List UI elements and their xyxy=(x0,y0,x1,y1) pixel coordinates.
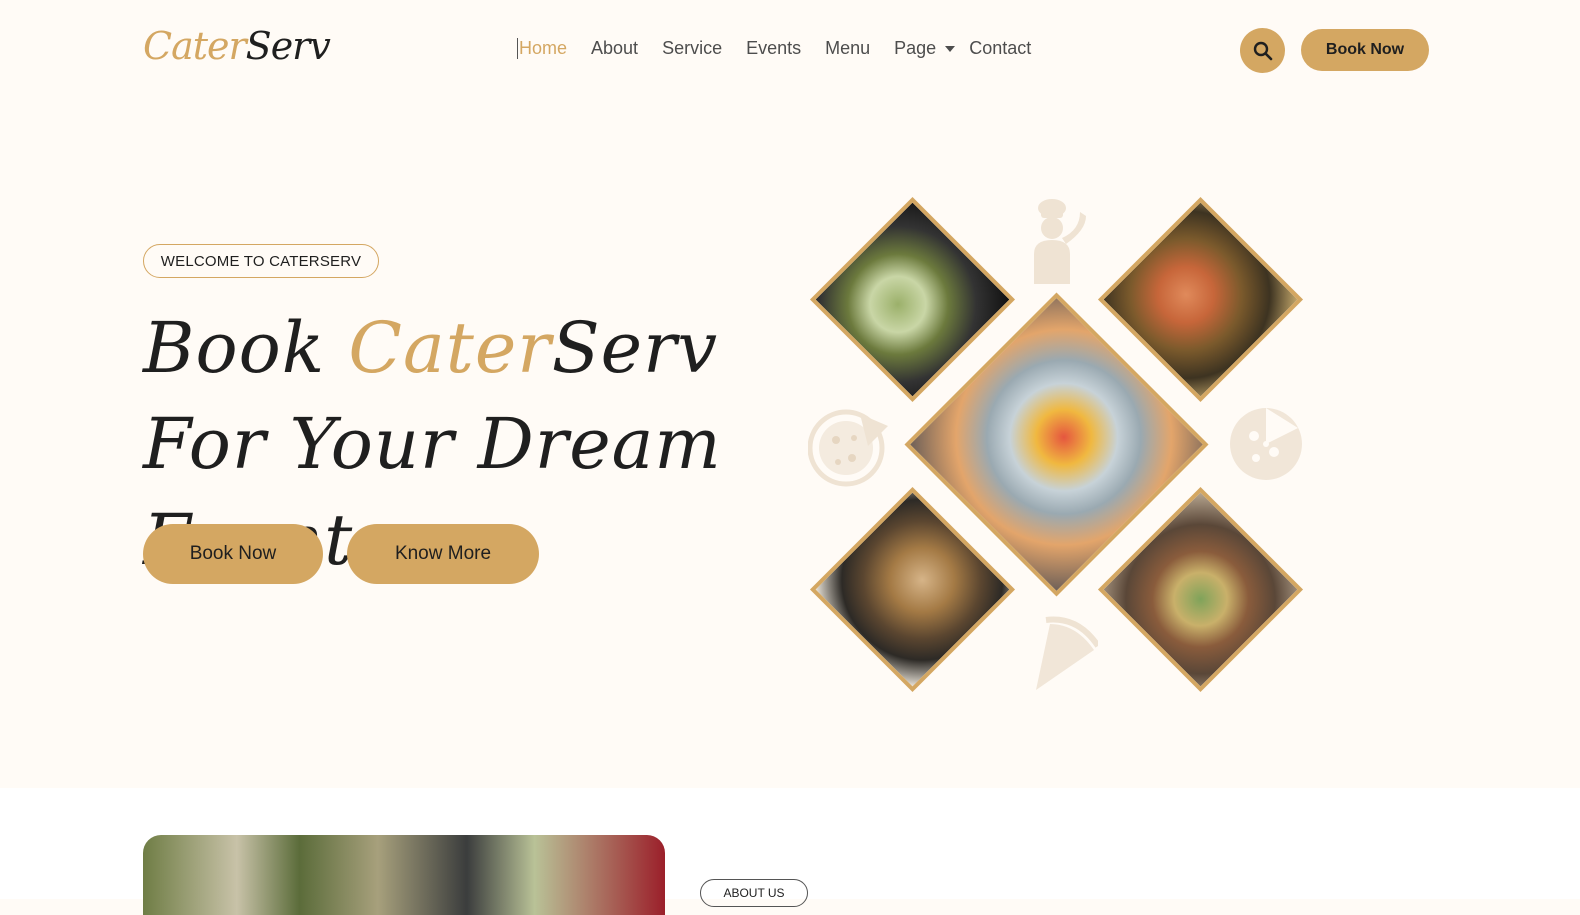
welcome-badge: WELCOME TO CATERSERV xyxy=(143,244,379,278)
brand-part-2: Serv xyxy=(245,24,331,68)
nav-page-dropdown[interactable]: Page xyxy=(894,38,969,59)
hero-title-gold: Cater xyxy=(348,307,552,389)
brand-logo[interactable]: CaterServ xyxy=(143,24,331,68)
hero-image-collage xyxy=(800,190,1320,700)
nav-about[interactable]: About xyxy=(591,38,638,59)
chef-icon xyxy=(1034,199,1086,284)
brand-part-1: Cater xyxy=(143,24,247,68)
nav-contact[interactable]: Contact xyxy=(969,38,1031,59)
hero-know-more-button[interactable]: Know More xyxy=(347,524,539,584)
header-book-now-button[interactable]: Book Now xyxy=(1301,29,1429,71)
hero-book-now-button[interactable]: Book Now xyxy=(143,524,323,584)
nav-events[interactable]: Events xyxy=(746,38,801,59)
chevron-down-icon xyxy=(945,45,956,52)
search-icon xyxy=(1253,41,1272,60)
navbar: CaterServ Home About Service Events Menu… xyxy=(0,0,1580,100)
nav-service[interactable]: Service xyxy=(662,38,722,59)
pizza-icon xyxy=(808,409,888,487)
search-button[interactable] xyxy=(1240,28,1285,73)
nav-page-label: Page xyxy=(894,38,937,58)
nav-menu[interactable]: Menu xyxy=(825,38,870,59)
nav-home[interactable]: Home xyxy=(517,38,567,59)
pizza-slice-icon xyxy=(1036,616,1098,690)
hero-title-part-1: Book xyxy=(143,307,349,389)
pie-icon xyxy=(1230,408,1302,480)
about-image xyxy=(143,835,665,915)
main-nav: Home About Service Events Menu Page Cont… xyxy=(517,38,1055,59)
about-badge: ABOUT US xyxy=(700,879,808,907)
